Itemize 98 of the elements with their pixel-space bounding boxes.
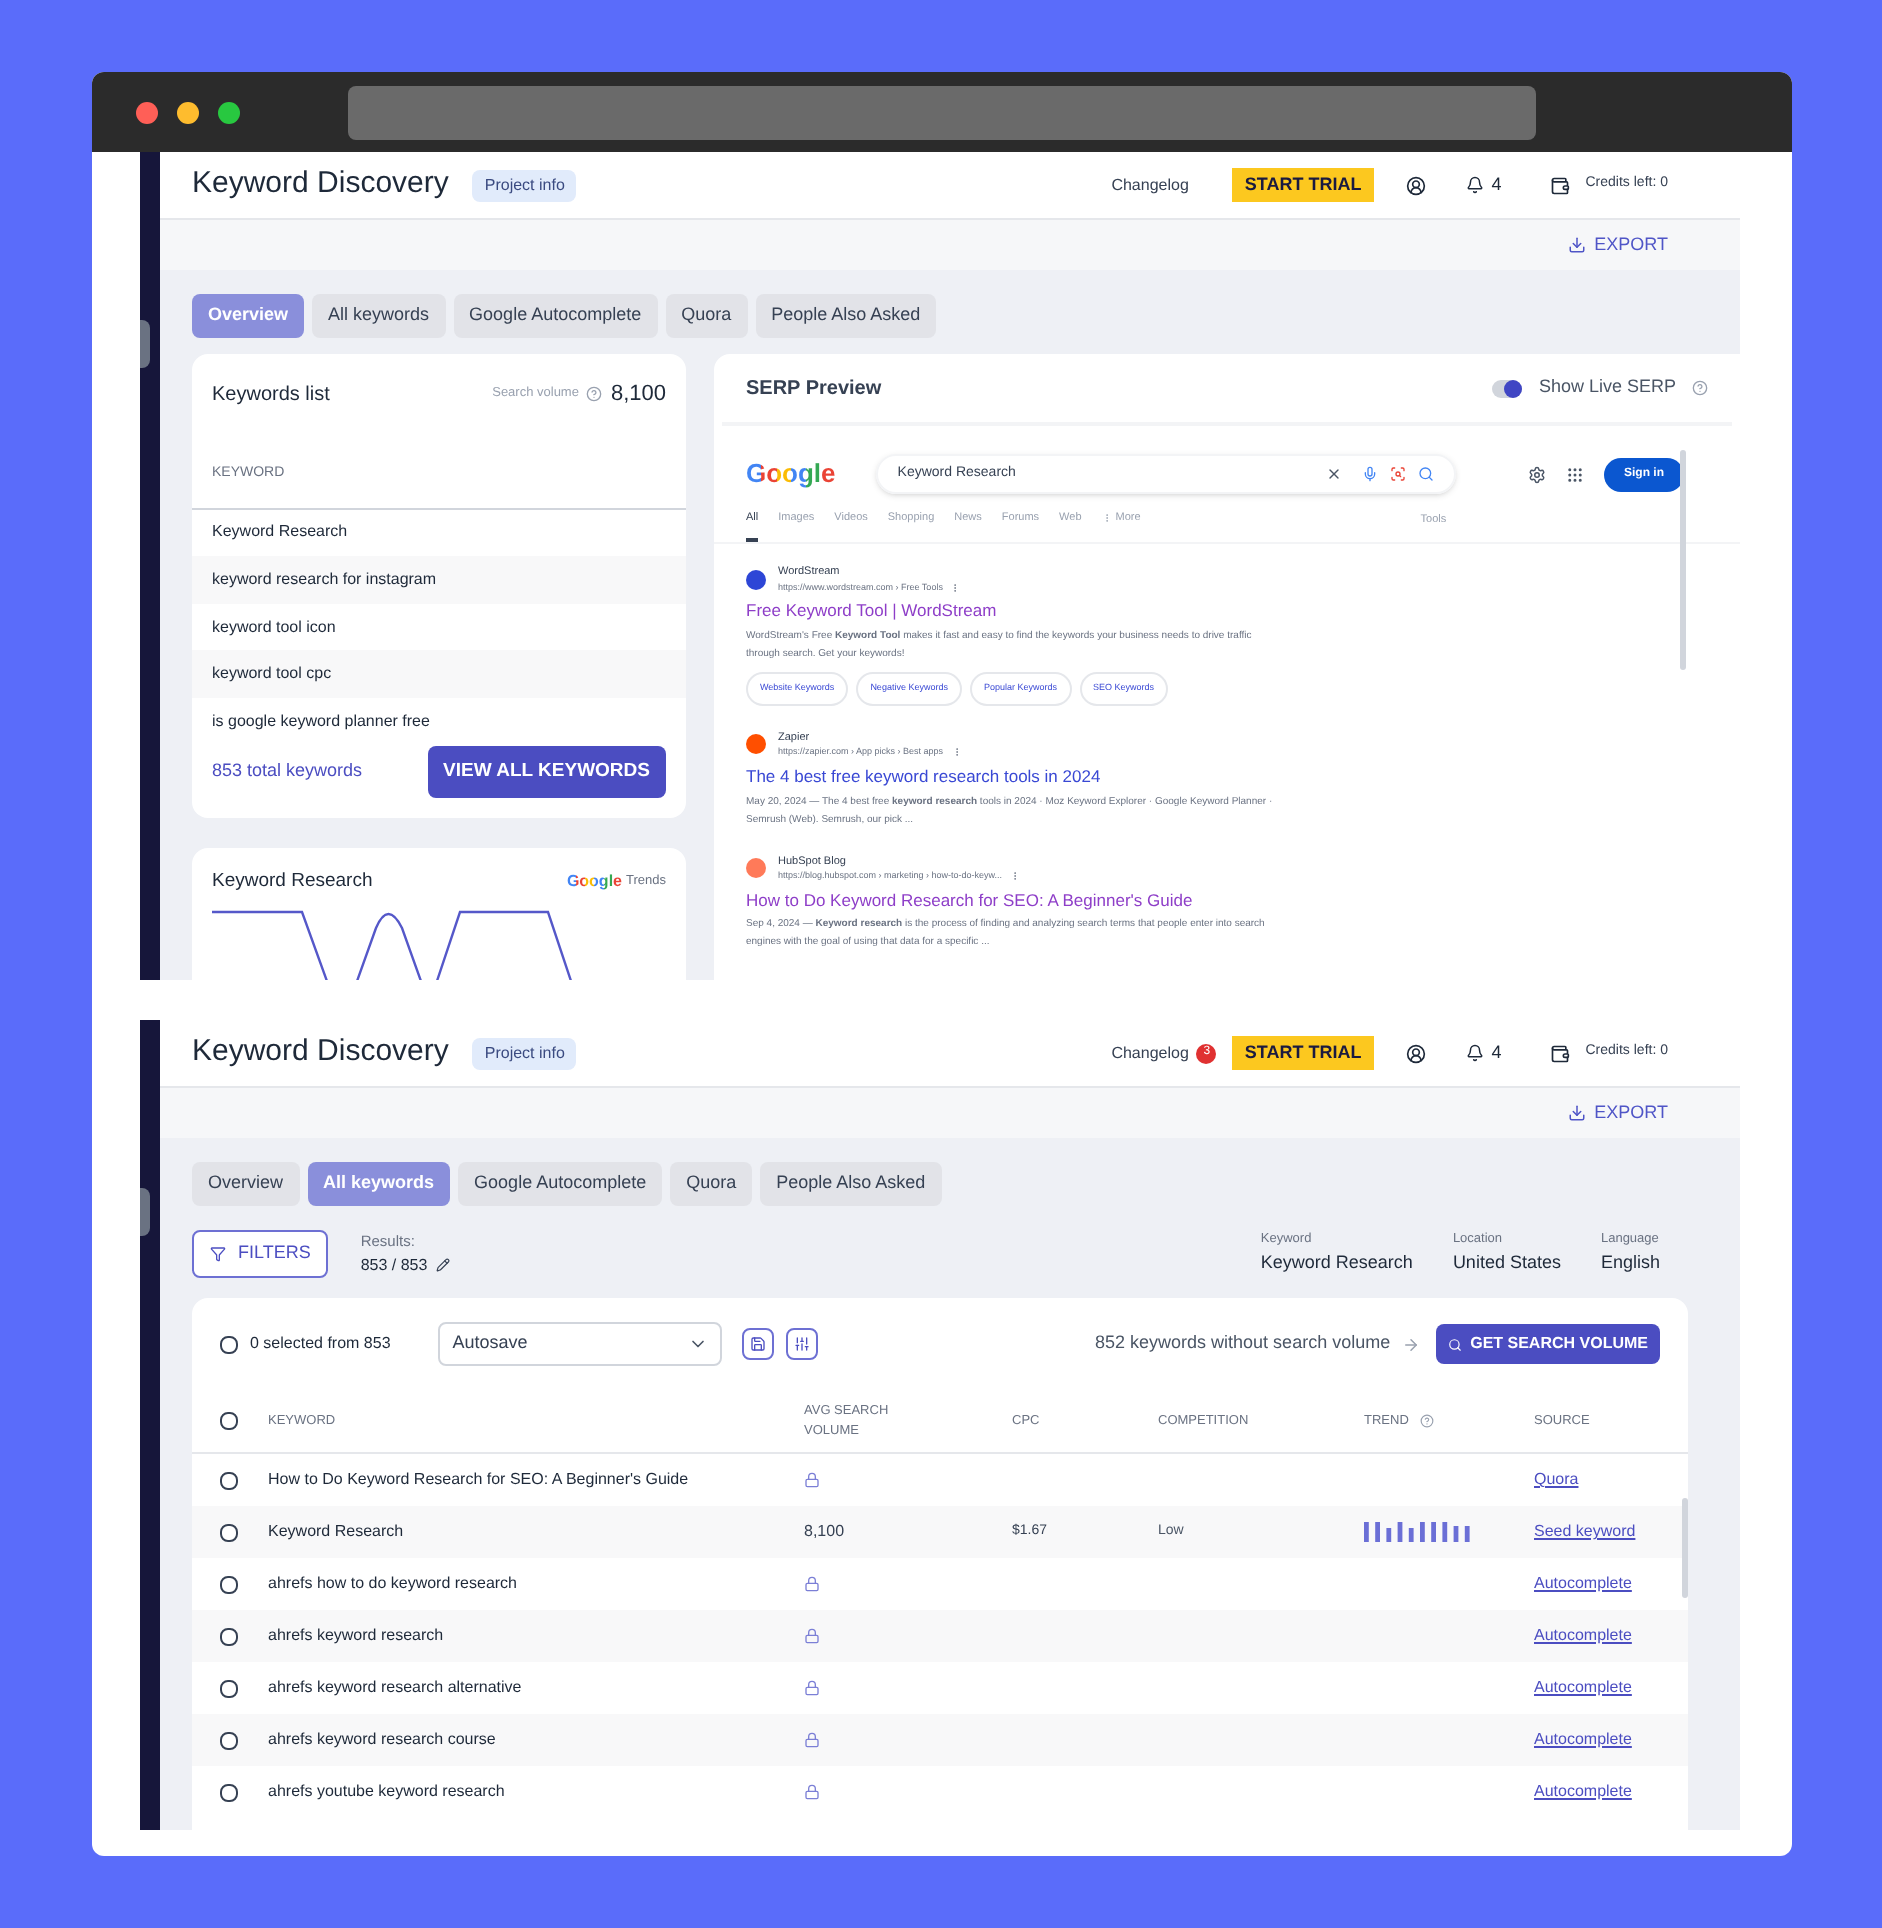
tab[interactable]: Overview <box>192 1162 300 1206</box>
help-icon[interactable] <box>586 386 603 403</box>
wallet-icon <box>1549 1043 1570 1063</box>
download-icon <box>1568 1104 1587 1122</box>
result-title-link[interactable]: Free Keyword Tool | WordStream <box>746 598 1282 624</box>
meta-value: United States <box>1452 1250 1561 1277</box>
filters-button[interactable]: FILTERS <box>192 1230 329 1278</box>
changelog-link[interactable]: Changelog <box>1111 1041 1189 1065</box>
get-search-volume-button[interactable]: GET SEARCH VOLUME <box>1436 1324 1660 1364</box>
keyword-cell-text: ahrefs keyword research course <box>268 1728 498 1752</box>
checkbox[interactable] <box>220 1627 238 1645</box>
keyword-row[interactable]: keyword tool cpc <box>192 650 686 699</box>
search-volume-value: 8,100 <box>610 380 666 410</box>
tab[interactable]: People Also Asked <box>760 1162 942 1206</box>
sliders-icon <box>794 1336 811 1352</box>
clear-icon[interactable] <box>1325 466 1342 482</box>
export-button[interactable]: EXPORT <box>1568 1099 1668 1127</box>
source-link[interactable]: Seed keyword <box>1534 1520 1636 1544</box>
keyword-cell-text: ahrefs keyword research <box>268 1624 446 1648</box>
meta-value: English <box>1600 1250 1660 1277</box>
scrollbar[interactable] <box>1680 450 1686 670</box>
keyword-cell-text: ahrefs keyword research alternative <box>268 1676 524 1700</box>
keyword-row[interactable]: keyword research for instagram <box>192 556 686 604</box>
checkbox[interactable] <box>220 1471 238 1489</box>
sidebar-handle[interactable] <box>140 1188 150 1236</box>
save-button[interactable] <box>742 1328 775 1360</box>
source-link[interactable]: Quora <box>1534 1468 1579 1492</box>
search-icon <box>1448 1337 1463 1351</box>
checkbox[interactable] <box>220 1783 238 1801</box>
download-icon <box>1568 236 1587 254</box>
tab[interactable]: Google Autocomplete <box>458 1162 663 1206</box>
checkbox[interactable] <box>220 1335 238 1353</box>
bell-icon[interactable] <box>1465 1044 1484 1062</box>
table-row[interactable]: ahrefs keyword research course Autocomplete <box>192 1714 1688 1766</box>
tab[interactable]: Quora <box>670 1162 753 1206</box>
result-title-link[interactable]: The 4 best free keyword research tools in 2024 <box>746 763 1282 789</box>
meta-value: Keyword Research <box>1260 1250 1413 1277</box>
keyword-cell-text: How to Do Keyword Research for SEO: A Beginner's Guide <box>268 1468 691 1492</box>
notification-count: 4 <box>1491 1039 1502 1066</box>
tab[interactable]: People Also Asked <box>755 294 937 338</box>
preset-select[interactable]: Autosave <box>438 1322 723 1366</box>
tab[interactable]: Quora <box>665 294 748 338</box>
arrow-right-icon <box>1402 1335 1421 1353</box>
help-icon[interactable] <box>1420 1414 1435 1428</box>
project-info-badge[interactable]: Project info <box>472 1037 577 1069</box>
total-keywords-link[interactable]: 853 total keywords <box>212 758 363 786</box>
tab[interactable]: Google Autocomplete <box>453 294 658 338</box>
no-volume-text: 852 keywords without search volume <box>1095 1330 1391 1357</box>
card-title: Keyword Research <box>212 868 373 896</box>
source-link[interactable]: Autocomplete <box>1534 1624 1632 1648</box>
card-title: Keywords list <box>212 381 330 410</box>
edit-icon[interactable] <box>435 1258 450 1273</box>
page-title: Keyword Discovery <box>192 1032 449 1073</box>
user-icon[interactable] <box>1405 1043 1426 1063</box>
checkbox[interactable] <box>220 1731 238 1749</box>
wallet-icon <box>1549 175 1570 195</box>
checkbox[interactable] <box>220 1412 238 1430</box>
keyword-cell-text: ahrefs youtube keyword research <box>268 1780 507 1804</box>
table-row[interactable]: ahrefs keyword research Autocomplete <box>192 1610 1688 1662</box>
view-all-keywords-button[interactable]: VIEW ALL KEYWORDS <box>427 745 666 799</box>
changelog-link[interactable]: Changelog <box>1111 173 1189 197</box>
microphone-icon[interactable] <box>1361 466 1378 482</box>
save-icon <box>750 1336 767 1352</box>
filter-icon <box>210 1246 226 1262</box>
results-count: 853 / 853 <box>360 1253 428 1278</box>
keyword-cell-text: Keyword Research <box>268 1520 406 1544</box>
source-link[interactable]: Autocomplete <box>1534 1676 1632 1700</box>
google-logo: Google <box>566 870 622 895</box>
checkbox[interactable] <box>220 1679 238 1697</box>
sidebar-handle[interactable] <box>140 320 150 368</box>
bell-icon[interactable] <box>1465 176 1484 194</box>
page-title: Keyword Discovery <box>192 164 449 205</box>
project-info-badge[interactable]: Project info <box>472 169 577 201</box>
selected-count: 0 selected from 853 <box>250 1332 391 1356</box>
toggle-switch[interactable] <box>1492 379 1523 397</box>
source-link[interactable]: Autocomplete <box>1534 1572 1632 1596</box>
start-trial-button[interactable]: START TRIAL <box>1232 1035 1374 1071</box>
volume-cell: 8,100 <box>804 1520 845 1544</box>
notification-count: 4 <box>1491 171 1502 198</box>
result-title-link[interactable]: How to Do Keyword Research for SEO: A Beginner's Guide <box>746 887 1282 913</box>
search-icon[interactable] <box>1417 466 1434 482</box>
columns-settings-button[interactable] <box>786 1328 819 1360</box>
source-link[interactable]: Autocomplete <box>1534 1780 1632 1804</box>
keyword-cell-text: ahrefs how to do keyword research <box>268 1572 520 1596</box>
source-link[interactable]: Autocomplete <box>1534 1728 1632 1752</box>
card-title: SERP Preview <box>746 375 882 403</box>
export-button[interactable]: EXPORT <box>1568 231 1668 259</box>
help-icon[interactable] <box>1692 380 1708 396</box>
checkbox[interactable] <box>220 1523 238 1541</box>
toggle-label: Show Live SERP <box>1538 374 1676 401</box>
settings-icon[interactable] <box>1528 465 1546 483</box>
tab[interactable]: All keywords <box>312 294 446 338</box>
start-trial-button[interactable]: START TRIAL <box>1232 167 1374 203</box>
user-icon[interactable] <box>1405 175 1426 195</box>
window-controls-icon[interactable] <box>136 101 240 123</box>
camera-search-icon[interactable] <box>1389 466 1406 482</box>
apps-grid-icon[interactable] <box>1566 465 1584 483</box>
checkbox[interactable] <box>220 1575 238 1593</box>
